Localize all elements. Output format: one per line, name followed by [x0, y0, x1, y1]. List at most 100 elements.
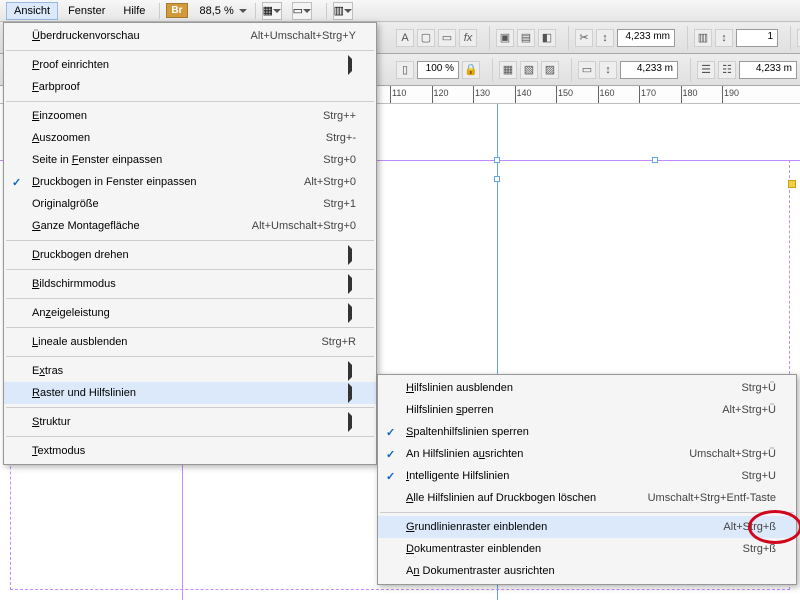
zoom-level[interactable]: 88,5 %: [200, 5, 249, 17]
menu-item[interactable]: Textmodus: [4, 440, 376, 462]
character-icon[interactable]: A: [396, 29, 414, 47]
selection-handle[interactable]: [494, 176, 500, 182]
menu-item[interactable]: Extras: [4, 360, 376, 382]
menu-item-label: Raster und Hilfslinien: [32, 387, 338, 399]
ruler-label: 150: [558, 88, 573, 98]
menu-hilfe[interactable]: Hilfe: [115, 2, 153, 20]
menu-item-label: An Hilfslinien ausrichten: [406, 448, 665, 460]
menu-item[interactable]: Struktur: [4, 411, 376, 433]
menu-item[interactable]: Raster und Hilfslinien: [4, 382, 376, 404]
chevron-right-icon: [338, 307, 356, 319]
menu-item-label: Spaltenhilfslinien sperren: [406, 426, 776, 438]
ruler-tick: [598, 86, 599, 103]
menu-fenster[interactable]: Fenster: [60, 2, 113, 20]
menu-item[interactable]: Dokumentraster einblendenStrg+ß: [378, 538, 796, 560]
menu-item[interactable]: Druckbogen drehen: [4, 244, 376, 266]
menu-item[interactable]: Seite in Fenster einpassenStrg+0: [4, 149, 376, 171]
menu-item[interactable]: Anzeigeleistung: [4, 302, 376, 324]
wrap-none-icon[interactable]: ▣: [496, 29, 514, 47]
menu-item[interactable]: AuszoomenStrg+-: [4, 127, 376, 149]
menu-item[interactable]: ✓Intelligente HilfslinienStrg+U: [378, 465, 796, 487]
type-icon[interactable]: ▯: [396, 61, 414, 79]
bridge-button[interactable]: Br: [166, 3, 187, 18]
wrap-object-icon[interactable]: ◧: [538, 29, 556, 47]
measure2-link-icon[interactable]: ↕: [599, 61, 617, 79]
separator: [255, 3, 256, 19]
ruler-tick: [722, 86, 723, 103]
measure2-input[interactable]: 4,233 m: [620, 61, 678, 79]
menu-item[interactable]: OriginalgrößeStrg+1: [4, 193, 376, 215]
chevron-right-icon: [338, 278, 356, 290]
menu-item[interactable]: Ganze MontageflächeAlt+Umschalt+Strg+0: [4, 215, 376, 237]
zoom2-input[interactable]: 100 %: [417, 61, 459, 79]
measure-link-icon[interactable]: ↕: [596, 29, 614, 47]
menu-item[interactable]: Lineale ausblendenStrg+R: [4, 331, 376, 353]
menu-item-label: Dokumentraster einblenden: [406, 543, 719, 555]
menu-accelerator: Strg+R: [321, 336, 356, 348]
columns-icon[interactable]: ▥: [694, 29, 712, 47]
ruler-tick: [432, 86, 433, 103]
menu-item[interactable]: Proof einrichten: [4, 54, 376, 76]
ruler-tick: [473, 86, 474, 103]
grids-guides-submenu: Hilfslinien ausblendenStrg+ÜHilfslinien …: [377, 374, 797, 585]
menu-separator: [6, 436, 374, 437]
menu-item[interactable]: An Dokumentraster ausrichten: [378, 560, 796, 582]
menu-item[interactable]: EinzoomenStrg++: [4, 105, 376, 127]
crop-icon[interactable]: ✂: [575, 29, 593, 47]
menu-ansicht[interactable]: Ansicht: [6, 2, 58, 20]
menu-item-label: Extras: [32, 365, 338, 377]
overset-indicator[interactable]: [788, 180, 796, 188]
menu-item[interactable]: ✓Druckbogen in Fenster einpassenAlt+Strg…: [4, 171, 376, 193]
wrap2b-icon[interactable]: ▧: [520, 61, 538, 79]
ruler-tick: [681, 86, 682, 103]
menu-item-label: Grundlinienraster einblenden: [406, 521, 699, 533]
menu-item[interactable]: ✓An Hilfslinien ausrichtenUmschalt+Strg+…: [378, 443, 796, 465]
ruler-label: 180: [683, 88, 698, 98]
menu-item[interactable]: ÜberdruckenvorschauAlt+Umschalt+Strg+Y: [4, 25, 376, 47]
menu-item-label: Textmodus: [32, 445, 356, 457]
ruler-tick: [390, 86, 391, 103]
gutter-input[interactable]: 4,233 m: [739, 61, 797, 79]
menu-separator: [6, 356, 374, 357]
balance-icon[interactable]: ☰: [697, 61, 715, 79]
view-options-icon[interactable]: ▦: [262, 2, 282, 20]
menu-item-label: Seite in Fenster einpassen: [32, 154, 299, 166]
selection-handle[interactable]: [652, 157, 658, 163]
wrap2a-icon[interactable]: ▦: [499, 61, 517, 79]
screen-mode-icon[interactable]: ▭: [292, 2, 312, 20]
measure-input[interactable]: 4,233 mm: [617, 29, 675, 47]
ruler-label: 120: [434, 88, 449, 98]
arrange-documents-icon[interactable]: ▥: [333, 2, 353, 20]
menu-accelerator: Umschalt+Strg+Ü: [689, 448, 776, 460]
chevron-down-icon[interactable]: [238, 5, 249, 16]
menu-item[interactable]: Hilfslinien sperrenAlt+Strg+Ü: [378, 399, 796, 421]
ruler-label: 130: [475, 88, 490, 98]
selection-handle[interactable]: [494, 157, 500, 163]
count-input[interactable]: 1: [736, 29, 778, 47]
menu-item[interactable]: Grundlinienraster einblendenAlt+Strg+ß: [378, 516, 796, 538]
menu-item[interactable]: Farbproof: [4, 76, 376, 98]
menu-item[interactable]: Alle Hilfslinien auf Druckbogen löschenU…: [378, 487, 796, 509]
fill-icon[interactable]: ▢: [417, 29, 435, 47]
menu-item[interactable]: Hilfslinien ausblendenStrg+Ü: [378, 377, 796, 399]
menu-item-label: Originalgröße: [32, 198, 299, 210]
zoom-value: 88,5 %: [200, 5, 234, 17]
menu-item-label: Proof einrichten: [32, 59, 338, 71]
columns-link-icon[interactable]: ↕: [715, 29, 733, 47]
menu-accelerator: Alt+Strg+0: [304, 176, 356, 188]
menu-item[interactable]: ✓Spaltenhilfslinien sperren: [378, 421, 796, 443]
lock-icon[interactable]: 🔒: [462, 61, 480, 79]
menu-item[interactable]: Bildschirmmodus: [4, 273, 376, 295]
menu-item-label: Druckbogen in Fenster einpassen: [32, 176, 280, 188]
wrap2c-icon[interactable]: ▨: [541, 61, 559, 79]
ruler-tick: [515, 86, 516, 103]
menu-separator: [6, 240, 374, 241]
fx-icon[interactable]: fx: [459, 29, 477, 47]
span-icon[interactable]: ☷: [718, 61, 736, 79]
chevron-down-icon: [344, 5, 352, 16]
stroke-icon[interactable]: ▭: [438, 29, 456, 47]
menu-separator: [6, 50, 374, 51]
wrap-bounding-icon[interactable]: ▤: [517, 29, 535, 47]
frame-fit-icon[interactable]: ▭: [578, 61, 596, 79]
menu-item-label: Struktur: [32, 416, 338, 428]
